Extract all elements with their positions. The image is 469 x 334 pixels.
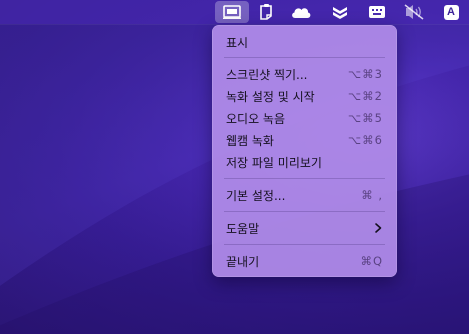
menu-item-label: 끝내기: [226, 254, 260, 269]
menu-item-label: 웹캠 녹화: [226, 133, 274, 148]
cloud-icon[interactable]: [284, 0, 318, 24]
menu-item-quit[interactable]: 끝내기 ⌘Q: [226, 251, 383, 271]
menu-separator: [224, 178, 385, 179]
menu-item-shortcut: ⌘ ,: [361, 188, 383, 202]
input-source-icon[interactable]: A: [434, 0, 468, 24]
layers-icon[interactable]: [323, 0, 357, 24]
menu-item-label: 오디오 녹음: [226, 111, 286, 126]
menu-item-take-screenshot[interactable]: 스크린샷 찍기... ⌥⌘3: [226, 64, 383, 84]
menu-item-shortcut: ⌘Q: [360, 254, 383, 268]
menu-item-label: 저장 파일 미리보기: [226, 155, 322, 170]
menu-item-shortcut: ⌥⌘3: [347, 67, 383, 81]
menu-item-label: 녹화 설정 및 시작: [226, 89, 315, 104]
menu-separator: [224, 57, 385, 58]
menu-item-saved-file-preview[interactable]: 저장 파일 미리보기: [226, 152, 383, 172]
clipboard-icon[interactable]: [249, 0, 283, 24]
menu-item-shortcut: ⌥⌘6: [347, 133, 383, 147]
menu-item-shortcut: ⌥⌘2: [347, 89, 383, 103]
menu-separator: [224, 244, 385, 245]
menu-item-help[interactable]: 도움말: [226, 218, 383, 238]
menu-item-show[interactable]: 표시: [226, 32, 383, 52]
menu-item-preferences[interactable]: 기본 설정... ⌘ ,: [226, 185, 383, 205]
menu-item-webcam-recording[interactable]: 웹캠 녹화 ⌥⌘6: [226, 130, 383, 150]
dropdown-menu: 표시 스크린샷 찍기... ⌥⌘3 녹화 설정 및 시작 ⌥⌘2 오디오 녹음 …: [212, 25, 397, 277]
menu-item-label: 도움말: [226, 221, 260, 236]
menu-bar: A: [0, 0, 469, 24]
keyboard-icon[interactable]: [360, 0, 394, 24]
screenshot-icon[interactable]: [215, 1, 249, 23]
menu-item-label: 기본 설정...: [226, 188, 286, 203]
menu-item-shortcut: ⌥⌘5: [347, 111, 383, 125]
menu-item-audio-recording[interactable]: 오디오 녹음 ⌥⌘5: [226, 108, 383, 128]
chevron-right-icon: [375, 223, 382, 233]
menu-separator: [224, 211, 385, 212]
menu-item-label: 스크린샷 찍기...: [226, 67, 308, 82]
menu-item-label: 표시: [226, 35, 249, 50]
muted-camera-icon[interactable]: [397, 0, 431, 24]
input-source-label: A: [443, 4, 459, 20]
menu-item-start-recording[interactable]: 녹화 설정 및 시작 ⌥⌘2: [226, 86, 383, 106]
